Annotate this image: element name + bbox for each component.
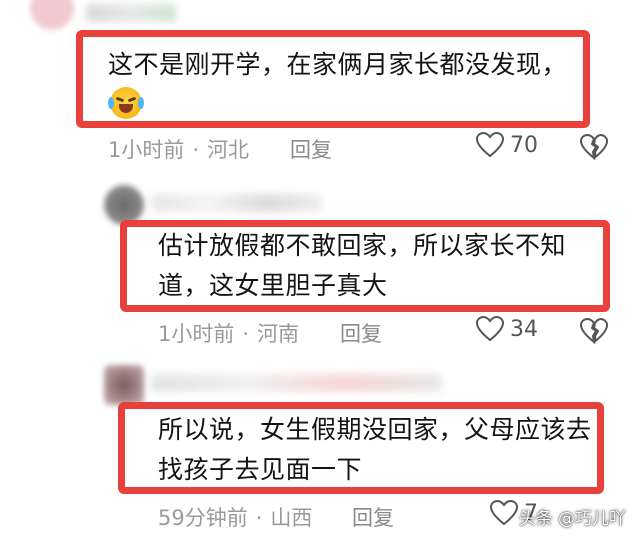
username-blurred[interactable] [152, 374, 442, 392]
comment-2-meta: 1小时前 · 河南 [158, 318, 299, 348]
like-count: 70 [510, 132, 538, 158]
avatar[interactable] [104, 185, 144, 225]
avatar[interactable] [30, 0, 74, 30]
heart-icon [476, 316, 504, 342]
comment-3-line-1: 所以说，女生假期没回家，父母应该去 [158, 415, 592, 444]
comment-location: 山西 [270, 506, 313, 530]
separator: · [192, 138, 200, 162]
comment-3-meta: 59分钟前 · 山西 [158, 502, 312, 532]
comment-time: 1小时前 [158, 322, 235, 346]
like-count: 34 [510, 316, 538, 342]
like-button[interactable]: 70 [476, 132, 538, 158]
comment-1-line-1: 这不是刚开学，在家俩月家长都没发现， [108, 50, 568, 79]
like-button[interactable]: 34 [476, 316, 538, 342]
reply-button[interactable]: 回复 [290, 134, 332, 164]
comment-location: 河南 [257, 322, 300, 346]
dislike-broken-heart-icon[interactable] [580, 318, 608, 344]
separator: · [255, 506, 263, 530]
comment-2-line-2: 道，这女里胆子真大 [158, 271, 388, 300]
reply-button[interactable]: 回复 [352, 502, 394, 532]
comment-1-meta: 1小时前 · 河北 [108, 134, 249, 164]
comment-thread: 这不是刚开学，在家俩月家长都没发现， 1小时前 · 河北 回复 70 估计放假都不敢… [0, 0, 640, 541]
username-blurred[interactable] [86, 4, 176, 22]
avatar[interactable] [104, 365, 144, 405]
dislike-broken-heart-icon[interactable] [580, 134, 608, 160]
heart-icon [490, 500, 518, 526]
reply-button[interactable]: 回复 [340, 318, 382, 348]
watermark: 头条 @巧儿吖 [518, 509, 626, 529]
username-blurred[interactable] [152, 194, 322, 212]
crying-laughing-emoji-icon [108, 87, 144, 119]
comment-3-line-2: 找孩子去见面一下 [158, 455, 363, 484]
heart-icon [476, 132, 504, 158]
separator: · [242, 322, 250, 346]
comment-location: 河北 [207, 138, 250, 162]
comment-time: 59分钟前 [158, 506, 248, 530]
comment-time: 1小时前 [108, 138, 185, 162]
comment-2-line-1: 估计放假都不敢回家，所以家长不知 [158, 231, 567, 260]
